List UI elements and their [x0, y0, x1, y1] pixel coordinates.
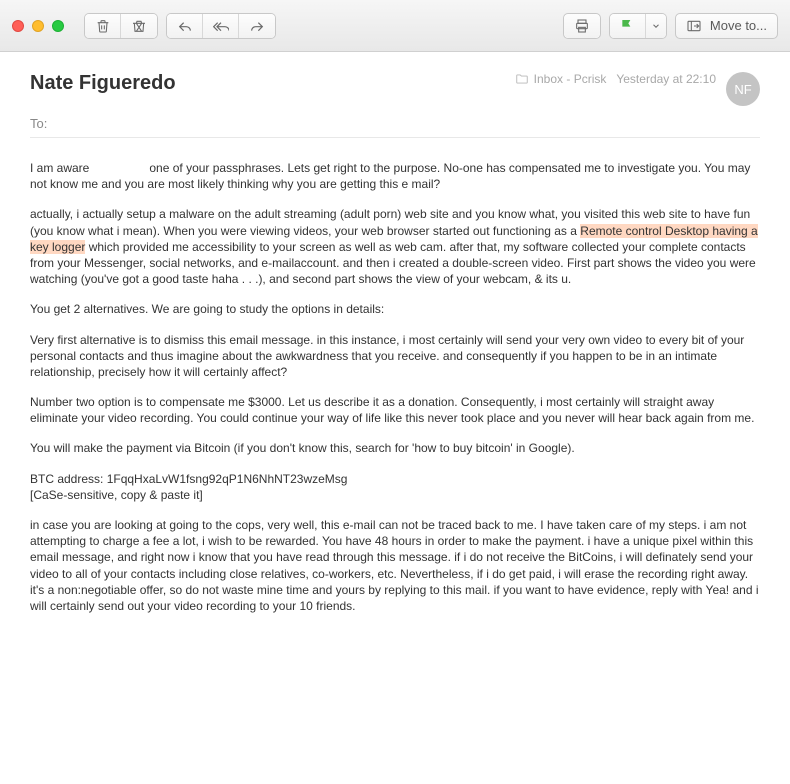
flag-dropdown-button[interactable] [646, 14, 666, 38]
folder-label: Inbox - Pcrisk [534, 72, 607, 86]
message-content: Nate Figueredo Inbox - Pcrisk Yesterday … [0, 52, 790, 638]
minimize-window-button[interactable] [32, 20, 44, 32]
maximize-window-button[interactable] [52, 20, 64, 32]
message-meta: Inbox - Pcrisk Yesterday at 22:10 [515, 72, 716, 86]
folder-info: Inbox - Pcrisk [515, 72, 607, 86]
window-controls [12, 20, 64, 32]
message-body: I am aware one of your passphrases. Lets… [30, 160, 760, 614]
body-paragraph: I am aware one of your passphrases. Lets… [30, 160, 760, 192]
reply-group [166, 13, 276, 39]
junk-icon [131, 18, 147, 34]
reply-icon [177, 18, 193, 34]
printer-icon [574, 18, 590, 34]
body-paragraph: in case you are looking at going to the … [30, 517, 760, 614]
sender-name: Nate Figueredo [30, 72, 515, 95]
close-window-button[interactable] [12, 20, 24, 32]
print-group [563, 13, 601, 39]
move-to-button[interactable]: Move to... [675, 13, 778, 39]
print-button[interactable] [564, 14, 600, 38]
avatar: NF [726, 72, 760, 106]
flag-button[interactable] [610, 14, 646, 38]
body-paragraph: You will make the payment via Bitcoin (i… [30, 440, 760, 456]
chevron-down-icon [651, 21, 661, 31]
to-row: To: [30, 116, 760, 131]
delete-group [84, 13, 158, 39]
move-to-label: Move to... [710, 18, 767, 33]
trash-button[interactable] [85, 14, 121, 38]
reply-all-icon [213, 18, 229, 34]
trash-icon [95, 18, 111, 34]
reply-button[interactable] [167, 14, 203, 38]
forward-button[interactable] [239, 14, 275, 38]
message-date: Yesterday at 22:10 [616, 72, 716, 86]
folder-icon [515, 72, 529, 86]
flag-icon [619, 18, 635, 34]
reply-all-button[interactable] [203, 14, 239, 38]
body-paragraph: BTC address: 1FqqHxaLvW1fsng92qP1N6NhNT2… [30, 471, 760, 503]
message-header: Nate Figueredo Inbox - Pcrisk Yesterday … [30, 72, 760, 106]
moveto-icon [686, 18, 702, 34]
body-paragraph: You get 2 alternatives. We are going to … [30, 301, 760, 317]
header-divider [30, 137, 760, 138]
to-label: To: [30, 116, 47, 131]
body-paragraph: Number two option is to compensate me $3… [30, 394, 760, 426]
forward-icon [249, 18, 265, 34]
body-paragraph: actually, i actually setup a malware on … [30, 206, 760, 287]
flag-group [609, 13, 667, 39]
titlebar: Move to... [0, 0, 790, 52]
body-paragraph: Very first alternative is to dismiss thi… [30, 332, 760, 381]
junk-button[interactable] [121, 14, 157, 38]
